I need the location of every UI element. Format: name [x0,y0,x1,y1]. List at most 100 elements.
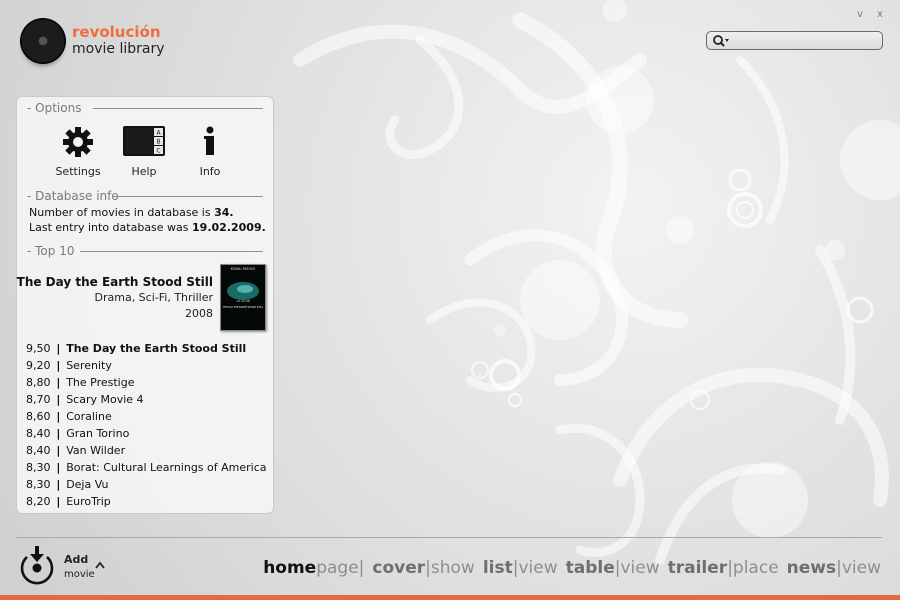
movie-title: Deja Vu [66,478,109,491]
nav-label: cover [372,558,426,578]
nav-sublabel: page| [316,558,365,578]
close-button[interactable]: x [877,9,883,21]
movie-score: 8,40 [26,427,51,440]
movie-score: 8,20 [26,495,51,508]
brand-subtitle: movie library [72,41,165,57]
bottom-divider [16,537,882,538]
movie-title: Serenity [66,359,112,372]
add-movie-sublabel[interactable]: movie [64,569,95,580]
separator: | [52,495,65,508]
movie-title: Coraline [66,410,112,423]
options-section-header: - Options [27,101,263,115]
separator: | [52,376,65,389]
app-window: revolución movie library v x - Options S… [0,0,900,600]
top10-list-item[interactable]: 8,30 | Deja Vu [26,476,270,493]
featured-movie-year: 2008 [185,307,213,320]
poster-top-text: KEANU REEVES [231,267,255,271]
last-entry-value: 19.02.2009. [192,221,266,234]
separator: | [52,444,65,457]
nav-table[interactable]: table|view [566,558,660,578]
nav-list[interactable]: list|view [483,558,558,578]
movie-title: Scary Movie 4 [66,393,144,406]
search-icon[interactable] [712,34,730,48]
top10-list-item[interactable]: 8,40 | Van Wilder [26,442,270,459]
top10-section-title: - Top 10 [27,244,75,258]
brand-title: revolución [72,23,161,41]
movie-score: 9,50 [26,342,51,355]
add-movie-label[interactable]: Add [64,553,88,566]
nav-news[interactable]: news|view [787,558,881,578]
top10-list-item[interactable]: 8,80 | The Prestige [26,374,270,391]
options-panel: - Options Settings A B C Help Info - Dat… [16,96,274,514]
top10-section-header: - Top 10 [27,244,263,258]
info-label: Info [199,165,221,178]
separator: | [52,461,65,474]
help-abc-icon: A B C [123,126,165,156]
app-logo-icon [20,18,66,64]
help-button[interactable]: A B C Help [114,125,174,181]
nav-label: home [263,558,317,578]
nav-sublabel: |view [614,558,660,578]
movie-score: 8,40 [26,444,51,457]
nav-label: trailer [667,558,728,578]
separator: | [52,478,65,491]
view-navigation: homepage| cover|show list|view table|view tr… [263,557,881,579]
separator: | [52,359,65,372]
nav-label: news [786,558,837,578]
movie-count-text: Number of movies in database is [29,206,211,219]
nav-label: list [482,558,513,578]
movie-title: The Day the Earth Stood Still [66,342,247,355]
movie-title: Borat: Cultural Learnings of America for [66,461,270,474]
svg-text:C: C [156,148,160,155]
add-movie-icon[interactable] [19,545,55,585]
top10-list-item[interactable]: 8,70 | Scary Movie 4 [26,391,270,408]
nav-home[interactable]: homepage| [263,558,364,578]
movie-title: EuroTrip [66,495,111,508]
poster-date-text: 12.12.08 [236,299,249,303]
options-section-title: - Options [27,101,82,115]
nav-sublabel: |view [512,558,558,578]
top10-list-item[interactable]: 9,20 | Serenity [26,357,270,374]
nav-cover[interactable]: cover|show [372,558,474,578]
movie-count-line: Number of movies in database is 34. [29,206,234,220]
gear-icon [63,127,93,157]
movie-score: 8,80 [26,376,51,389]
top10-list-item[interactable]: 8,60 | Coraline [26,408,270,425]
movie-title: Gran Torino [66,427,130,440]
featured-movie-title[interactable]: The Day the Earth Stood Still [17,275,213,289]
section-divider [113,196,263,197]
search-box [706,31,883,50]
search-input[interactable] [733,33,878,48]
movie-score: 8,70 [26,393,51,406]
database-section-header: - Database info [27,189,263,203]
featured-movie-poster[interactable]: KEANU REEVES 12.12.08 THE DAY THE EARTH … [220,264,266,331]
nav-trailer[interactable]: trailer|place [668,558,779,578]
settings-label: Settings [55,165,101,178]
top10-list-item[interactable]: 8,40 | Gran Torino [26,425,270,442]
last-entry-text: Last entry into database was [29,221,189,234]
info-button[interactable]: Info [180,125,240,181]
last-entry-line: Last entry into database was 19.02.2009. [29,221,266,235]
nav-sublabel: |place [727,558,779,578]
top10-list-item[interactable]: 8,30 | Borat: Cultural Learnings of Amer… [26,459,270,476]
section-divider [93,108,263,109]
svg-text:B: B [156,139,160,146]
movie-score: 9,20 [26,359,51,372]
database-section-title: - Database info [27,189,119,203]
top10-list: 9,50 | The Day the Earth Stood Still 9,20… [26,340,270,510]
top10-list-item[interactable]: 8,20 | EuroTrip [26,493,270,510]
minimize-button[interactable]: v [857,9,863,21]
nav-label: table [565,558,615,578]
separator: | [52,393,65,406]
separator: | [52,410,65,423]
help-label: Help [131,165,157,178]
movie-title: The Prestige [66,376,135,389]
chevron-up-icon[interactable] [95,561,105,569]
section-divider [80,251,263,252]
settings-button[interactable]: Settings [48,125,108,181]
top10-list-item[interactable]: 9,50 | The Day the Earth Stood Still [26,340,270,357]
info-icon [204,126,214,155]
movie-count-value: 34. [214,206,234,219]
movie-score: 8,60 [26,410,51,423]
featured-movie-genres: Drama, Sci-Fi, Thriller [94,291,214,304]
